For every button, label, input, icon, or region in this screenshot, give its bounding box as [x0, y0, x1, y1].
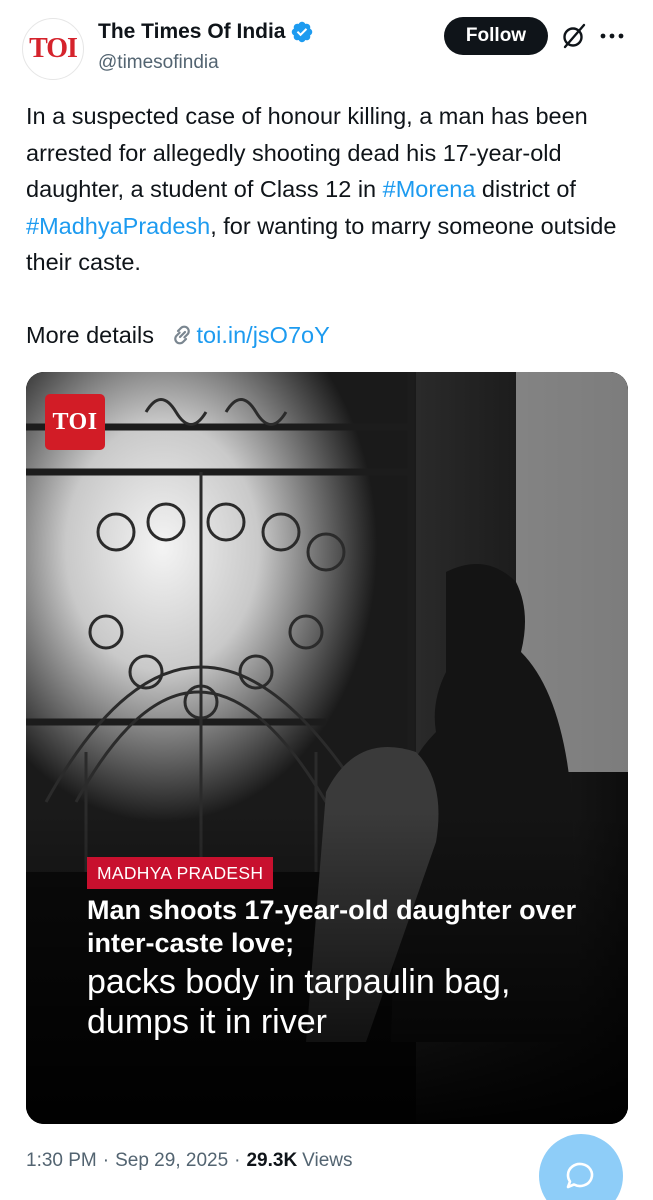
- grok-icon[interactable]: [560, 22, 588, 50]
- tweet-time[interactable]: 1:30 PM: [26, 1150, 97, 1172]
- hashtag-madhyapradesh[interactable]: #MadhyaPradesh: [26, 213, 210, 239]
- toi-badge-text: TOI: [52, 408, 98, 435]
- reply-compose-icon: [566, 1162, 594, 1189]
- more-details-label: More details: [26, 322, 161, 348]
- views-label: Views: [302, 1150, 353, 1171]
- views-count[interactable]: 29.3K: [246, 1150, 297, 1172]
- tweet-date[interactable]: Sep 29, 2025: [115, 1150, 228, 1172]
- toi-logo-badge: TOI: [45, 394, 105, 450]
- account-avatar[interactable]: TOI: [22, 18, 84, 80]
- tweet-text: In a suspected case of honour killing, a…: [26, 98, 631, 281]
- category-tag: MADHYA PRADESH: [87, 857, 274, 889]
- follow-button[interactable]: Follow: [444, 17, 548, 55]
- headline-bold: Man shoots 17-year-old daughter over int…: [87, 895, 577, 958]
- link-icon: [173, 325, 190, 345]
- meta-separator: ·: [234, 1150, 241, 1171]
- headline-light: packs body in tarpaulin bag, dumps it in…: [87, 963, 511, 1041]
- account-handle[interactable]: @timesofindia: [98, 52, 219, 74]
- meta-separator: ·: [102, 1150, 110, 1171]
- name-row: The Times Of India: [98, 20, 314, 44]
- more-options-icon[interactable]: [598, 24, 626, 48]
- avatar-logo-text: TOI: [29, 33, 78, 64]
- media-card[interactable]: TOI MADHYA PRADESH Man shoots 17-year-ol…: [26, 372, 628, 1124]
- more-details-line: More details toi.in/jsO7oY: [26, 317, 330, 353]
- short-link[interactable]: toi.in/jsO7oY: [197, 317, 330, 353]
- reply-fab-button[interactable]: [539, 1134, 623, 1200]
- tweet-header: TOI The Times Of India @timesofindia Fol…: [0, 0, 653, 90]
- display-name[interactable]: The Times Of India: [98, 20, 285, 44]
- verified-badge-icon: [292, 21, 313, 43]
- tweet-meta: 1:30 PM · Sep 29, 2025 · 29.3K Views: [26, 1150, 353, 1172]
- hashtag-morena[interactable]: #Morena: [383, 176, 476, 202]
- tweet-text-segment: district of: [475, 176, 576, 202]
